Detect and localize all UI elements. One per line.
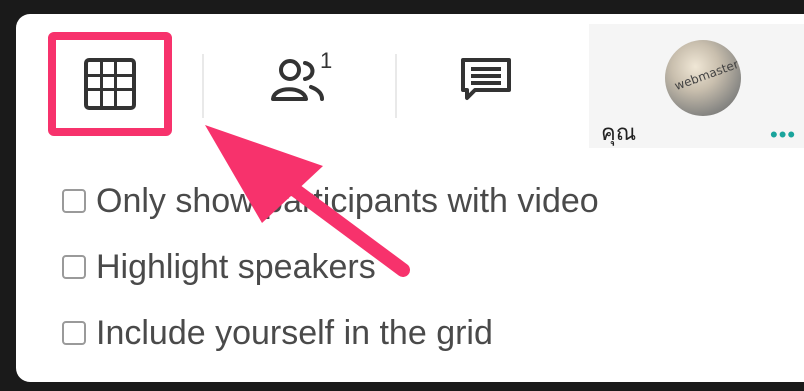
grid-view-button[interactable] — [48, 32, 172, 136]
option-only-video[interactable]: Only show participants with video — [62, 168, 599, 234]
checkbox[interactable] — [62, 189, 86, 213]
toolbar: 1 webmaster คุณ ••• — [16, 14, 804, 148]
checkbox[interactable] — [62, 321, 86, 345]
participants-button[interactable]: 1 — [238, 36, 358, 126]
chat-button[interactable] — [426, 36, 546, 126]
more-options-icon[interactable]: ••• — [770, 122, 796, 148]
avatar: webmaster — [665, 40, 741, 116]
chat-icon — [461, 58, 511, 100]
toolbar-divider — [202, 54, 204, 118]
option-highlight-speakers[interactable]: Highlight speakers — [62, 234, 599, 300]
grid-layout-icon — [84, 58, 136, 110]
participant-count: 1 — [320, 48, 333, 73]
option-label: Include yourself in the grid — [96, 313, 493, 352]
grid-options: Only show participants with video Highli… — [62, 168, 599, 366]
self-video-tile[interactable]: webmaster คุณ ••• — [589, 24, 804, 148]
checkbox[interactable] — [62, 255, 86, 279]
toolbar-divider — [395, 54, 397, 118]
self-label: คุณ — [601, 121, 637, 146]
gallery-settings-panel: 1 webmaster คุณ ••• Only show participan… — [16, 14, 804, 382]
option-label: Only show participants with video — [96, 181, 599, 220]
avatar-logo: webmaster — [672, 56, 741, 94]
option-include-yourself[interactable]: Include yourself in the grid — [62, 300, 599, 366]
option-label: Highlight speakers — [96, 247, 376, 286]
